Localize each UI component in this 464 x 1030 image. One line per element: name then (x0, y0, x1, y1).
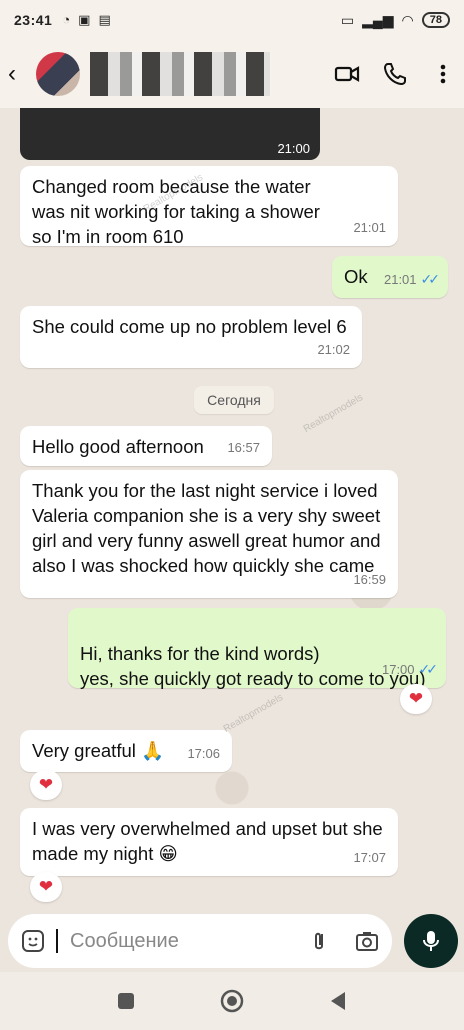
system-nav-bar (0, 972, 464, 1030)
message-time: 17:00 (381, 662, 415, 677)
message-text: I was very overwhelmed and upset but she… (32, 818, 383, 864)
message-time: 21:02 (317, 342, 350, 357)
back-arrow-icon[interactable]: ‹ (8, 60, 36, 88)
text-caret (56, 929, 58, 953)
message-time: 17:07 (353, 850, 386, 865)
sticker-icon[interactable] (20, 928, 46, 954)
mic-button[interactable] (404, 914, 458, 968)
message-time: 21:00 (277, 141, 310, 156)
message-incoming[interactable]: Thank you for the last night service i l… (20, 470, 398, 598)
status-bar: 23:41 ◔ ▣ ▤ ▭ ▂▄▆ ◠ 78 (0, 0, 464, 40)
message-incoming[interactable]: Changed room because the water was nit w… (20, 166, 398, 247)
message-incoming[interactable]: Very greatful 🙏 17:06 (20, 730, 232, 772)
message-composer: Сообщение (8, 914, 392, 968)
alarm-icon: ◔ (62, 12, 71, 27)
message-time: 21:01 (383, 272, 417, 287)
home-icon[interactable] (219, 988, 245, 1014)
attach-icon[interactable] (306, 928, 332, 954)
notification-icons: ◔ ▣ ▤ (62, 12, 110, 28)
chat-area[interactable]: 21:00 Changed room because the water was… (0, 108, 464, 908)
message-outgoing[interactable]: Hi, thanks for the kind words) yes, she … (68, 608, 446, 689)
watermark: Realtopmodels (301, 392, 365, 435)
message-time: 16:59 (353, 572, 386, 587)
watermark: Realtopmodels (221, 692, 285, 735)
message-time: 16:57 (227, 440, 260, 455)
message-text: Ok (344, 266, 368, 287)
message-text: Hello good afternoon (32, 436, 204, 457)
status-time: 23:41 (14, 12, 53, 28)
heart-reaction[interactable]: ❤ (400, 684, 432, 714)
heart-reaction[interactable]: ❤ (30, 872, 62, 902)
message-incoming[interactable]: I was very overwhelmed and upset but she… (20, 808, 398, 876)
microphone-icon (423, 931, 439, 951)
message-time: 17:06 (187, 746, 220, 761)
message-text: She could come up no problem level 6 (32, 316, 347, 337)
message-outgoing[interactable]: Ok 21:01 ✓✓ (332, 256, 448, 298)
contact-name-redacted[interactable] (90, 52, 270, 96)
message-incoming[interactable]: Hello good afternoon 16:57 (20, 426, 272, 466)
wifi-icon: ◠ (401, 11, 414, 28)
chat-header: ‹ (0, 40, 464, 108)
media-message[interactable]: 21:00 (20, 108, 320, 160)
phone-icon[interactable] (382, 61, 408, 87)
read-ticks-icon: ✓✓ (420, 271, 441, 287)
avatar[interactable] (36, 52, 80, 96)
status-right: ▭ ▂▄▆ ◠ 78 (341, 12, 450, 29)
message-incoming[interactable]: She could come up no problem level 6 21:… (20, 306, 362, 368)
more-vertical-icon[interactable] (430, 61, 456, 87)
header-actions (334, 61, 456, 87)
date-separator: Сегодня (194, 386, 274, 414)
notification-icon: ▣ (78, 12, 91, 27)
signal-icon: ▂▄▆ (362, 11, 394, 28)
heart-reaction[interactable]: ❤ (30, 770, 62, 800)
message-text: Hi, thanks for the kind words) yes, she … (80, 643, 426, 689)
message-text: Very greatful 🙏 (32, 740, 165, 761)
camera-icon[interactable] (354, 928, 380, 954)
back-icon[interactable] (325, 988, 351, 1014)
message-text: Thank you for the last night service i l… (32, 480, 381, 576)
recents-icon[interactable] (113, 988, 139, 1014)
read-ticks-icon: ✓✓ (418, 661, 439, 677)
briefcase-icon: ▭ (340, 11, 355, 28)
video-call-icon[interactable] (334, 61, 360, 87)
app-icon: ▤ (98, 12, 111, 27)
message-time: 21:01 (353, 220, 386, 235)
battery-indicator: 78 (421, 12, 450, 28)
message-input[interactable]: Сообщение (70, 930, 306, 953)
